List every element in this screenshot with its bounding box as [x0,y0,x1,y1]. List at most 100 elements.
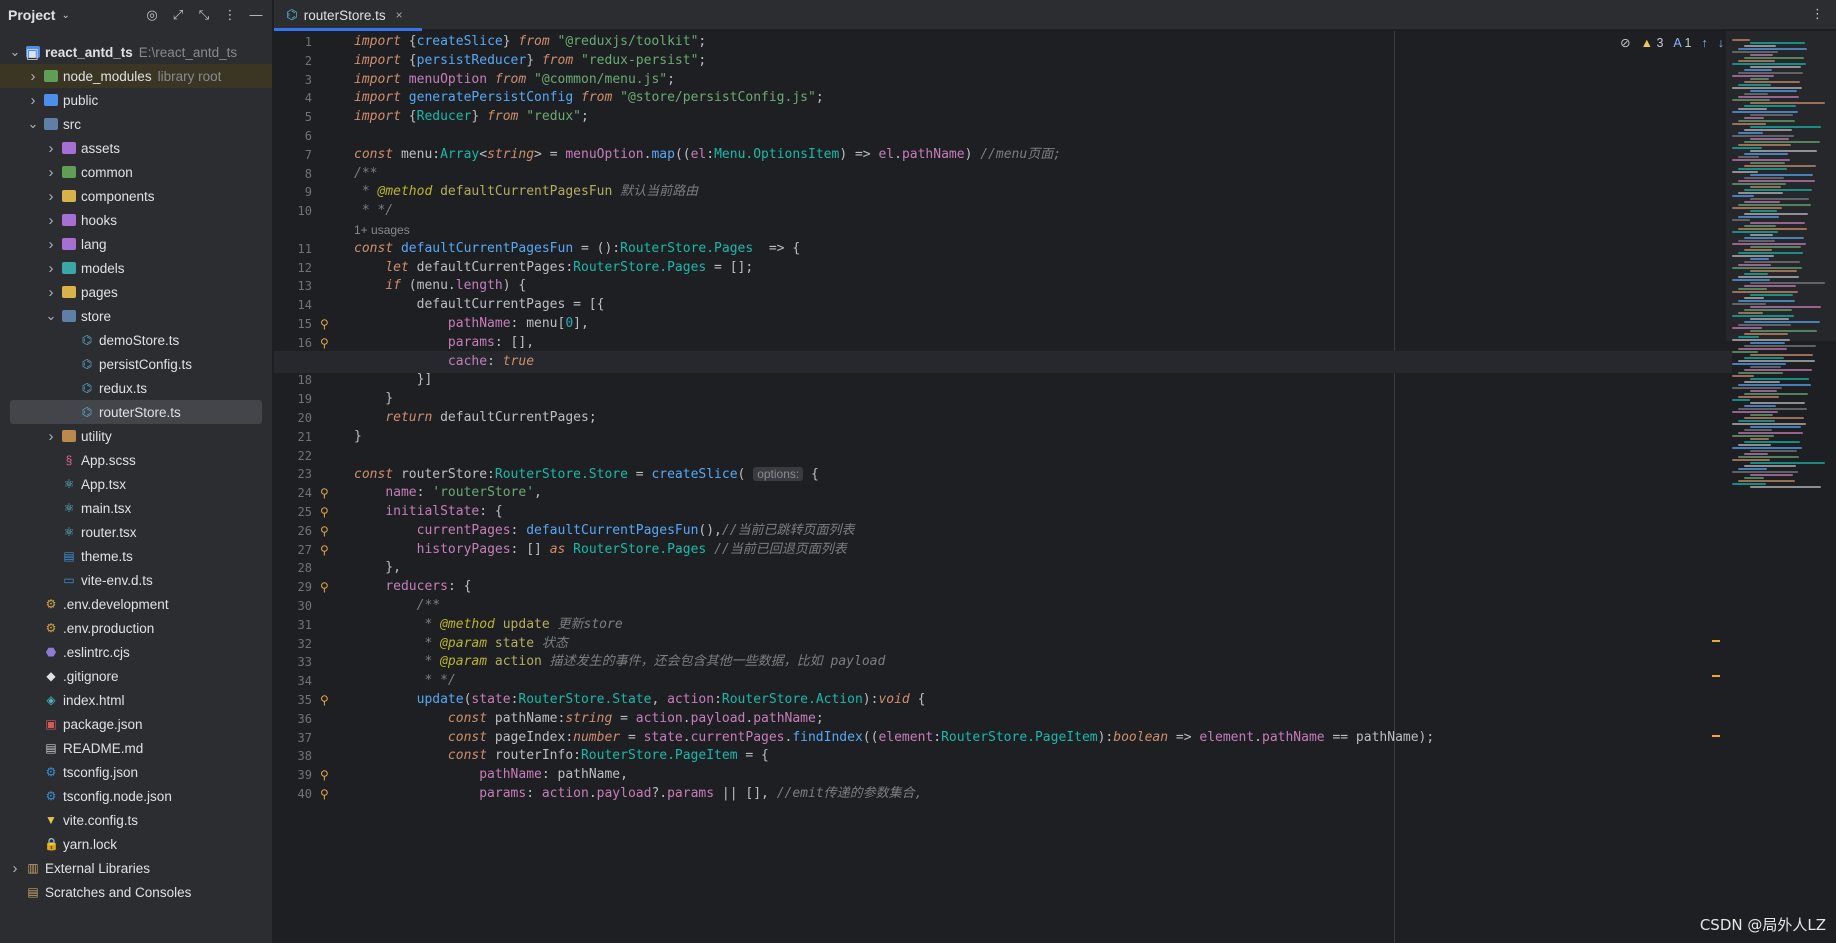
minimap-line [1732,255,1774,257]
close-icon[interactable]: × [396,8,403,22]
tree-item[interactable]: ⌬ redux.ts [0,376,272,400]
warning-count[interactable]: ▲ 3 [1641,36,1664,50]
tree-item[interactable]: ⚛ main.tsx [0,496,272,520]
code-line[interactable]: import {Reducer} from "redux"; [354,106,589,128]
tree-item[interactable]: ⚛ router.tsx [0,520,272,544]
tree-item-label: pages [81,284,118,300]
minimap-line [1732,291,1798,293]
minimap-line [1744,273,1768,275]
chevron-right-icon[interactable]: › [44,164,58,181]
code-editor[interactable]: 123456789101112131415⚲16⚲17⚲181920212223… [274,31,1836,943]
more-icon[interactable]: ⋮ [222,7,238,23]
tree-item[interactable]: ◈ index.html [0,688,272,712]
arrow-up-icon[interactable]: ↑ [1702,36,1708,50]
code-line[interactable]: cache: true [274,350,1732,373]
eye-off-icon[interactable]: ⊘ [1620,35,1630,50]
chevron-right-icon[interactable]: › [26,68,40,85]
tree-item[interactable]: ▣ package.json [0,712,272,736]
warning-stripe[interactable] [1712,675,1720,677]
chevron-right-icon[interactable]: › [44,212,58,229]
tree-item[interactable]: ⚙ .env.production [0,616,272,640]
chevron-right-icon[interactable]: › [26,92,40,109]
tab-routerstore[interactable]: ⌬ routerStore.ts × [274,0,422,31]
tree-item[interactable]: › components [0,184,272,208]
code-line[interactable]: return defaultCurrentPages; [354,407,596,429]
minimap-line [1744,117,1764,119]
code-line[interactable]: } [354,426,362,448]
tree-item[interactable]: › ▥ External Libraries [0,856,272,880]
implemented-property-icon[interactable]: ⚲ [320,783,329,805]
tree-item[interactable]: › models [0,256,272,280]
chevron-right-icon[interactable]: › [8,860,22,877]
project-view-selector[interactable]: Project [8,7,55,23]
code-line[interactable]: const menu:Array<string> = menuOption.ma… [354,144,1061,166]
minimap-line [1750,150,1817,152]
tree-item[interactable]: § App.scss [0,448,272,472]
chevron-right-icon[interactable]: › [44,428,58,445]
code-area[interactable]: import {createSlice} from "@reduxjs/tool… [274,31,1732,943]
target-icon[interactable]: ◎ [144,7,160,23]
expand-icon[interactable]: ⤢ [170,7,186,23]
tree-item[interactable]: ⚙ tsconfig.json [0,760,272,784]
tree-item[interactable]: 🔒 yarn.lock [0,832,272,856]
chevron-down-icon[interactable]: ⌄ [8,44,22,60]
chevron-right-icon[interactable]: › [44,140,58,157]
folder-yellow-icon [62,190,76,202]
line-number[interactable]: 40 [274,783,312,805]
code-line[interactable]: params: action.payload?.params || [], //… [354,783,922,805]
collapse-icon[interactable]: ⤡ [196,7,212,23]
minimap-line [1744,453,1768,455]
tree-item[interactable]: › common [0,160,272,184]
tree-item[interactable]: ⌄ store [0,304,272,328]
editor-gutter[interactable]: 123456789101112131415⚲16⚲17⚲181920212223… [274,31,349,943]
chevron-down-icon[interactable]: ⌄ [61,10,69,21]
tree-item[interactable]: › pages [0,280,272,304]
tree-item[interactable]: ⌬ routerStore.ts [10,400,262,424]
warning-stripe[interactable] [1712,640,1720,642]
tree-item[interactable]: ▤ README.md [0,736,272,760]
tree-item[interactable]: ⬣ .eslintrc.cjs [0,640,272,664]
minimap-line [1732,447,1802,449]
tree-item[interactable]: ⚙ tsconfig.node.json [0,784,272,808]
tree-item[interactable]: ⚙ .env.development [0,592,272,616]
tree-item[interactable]: ⚛ App.tsx [0,472,272,496]
implemented-property-icon[interactable]: ⚲ [320,539,329,561]
typo-count[interactable]: A 1 [1673,36,1691,50]
code-line[interactable]: historyPages: [] as RouterStore.Pages //… [354,539,847,561]
implemented-property-icon[interactable]: ⚲ [320,576,329,598]
chevron-right-icon[interactable]: › [44,236,58,253]
more-icon[interactable]: ⋮ [1811,6,1824,22]
tree-item[interactable]: ▤ Scratches and Consoles [0,880,272,904]
arrow-down-icon[interactable]: ↓ [1718,36,1724,50]
tree-item[interactable]: ▭ vite-env.d.ts [0,568,272,592]
editor-tab-bar: ⌬ routerStore.ts × ⋮ [274,0,1836,31]
tree-item[interactable]: ⌬ persistConfig.ts [0,352,272,376]
minimap[interactable] [1726,31,1836,943]
warning-stripe[interactable] [1712,735,1720,737]
implemented-property-icon[interactable]: ⚲ [320,689,329,711]
tree-item-label: routerStore.ts [99,404,181,420]
tree-item[interactable]: › node_modules library root [0,64,272,88]
tree-item[interactable]: ▤ theme.ts [0,544,272,568]
tree-item[interactable]: › assets [0,136,272,160]
chevron-right-icon[interactable]: › [44,284,58,301]
minimize-icon[interactable]: — [248,7,264,23]
npm-file-icon: ▣ [45,717,57,731]
chevron-down-icon[interactable]: ⌄ [44,308,58,324]
tree-item[interactable]: › public [0,88,272,112]
tree-item[interactable]: ▼ vite.config.ts [0,808,272,832]
tree-item[interactable]: ⌬ demoStore.ts [0,328,272,352]
tree-item[interactable]: › lang [0,232,272,256]
tree-item[interactable]: ◆ .gitignore [0,664,272,688]
line-number[interactable]: 10 [274,200,312,222]
tree-item[interactable]: ⌄ src [0,112,272,136]
chevron-down-icon[interactable]: ⌄ [26,116,40,132]
minimap-line [1744,45,1776,47]
tree-item[interactable]: ⌄ ▣ react_antd_ts E:\react_antd_ts [0,40,272,64]
code-line[interactable]: * @method defaultCurrentPagesFun 默认当前路由 [354,181,698,203]
chevron-right-icon[interactable]: › [44,260,58,277]
tree-item[interactable]: › utility [0,424,272,448]
inspection-widget[interactable]: ⊘ ▲ 3 A 1 ↑ ↓ [1620,35,1724,51]
chevron-right-icon[interactable]: › [44,188,58,205]
tree-item[interactable]: › hooks [0,208,272,232]
